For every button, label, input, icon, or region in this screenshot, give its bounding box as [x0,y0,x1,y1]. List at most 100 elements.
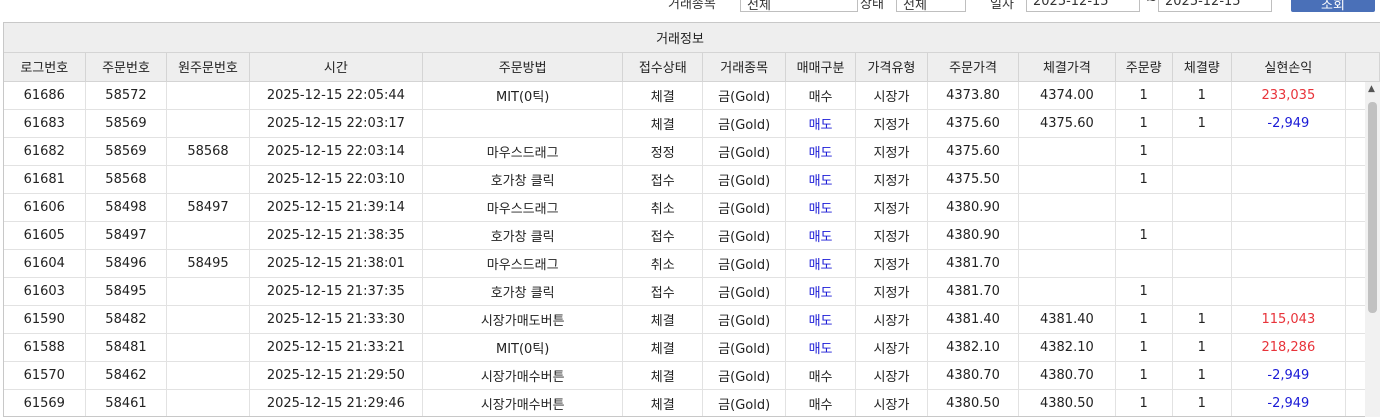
column-header-orig-order-no[interactable]: 원주문번호 [166,53,250,82]
column-header-log-no[interactable]: 로그번호 [4,53,86,82]
date-to-input[interactable]: 2025-12-15 ⌄ [1158,0,1272,12]
table-row[interactable]: 61686 58572 2025-12-15 22:05:44 MIT(0틱) 체결 금(… [4,81,1380,110]
column-header-fill-price[interactable]: 체결가격 [1018,53,1116,82]
table-row[interactable]: 61606 58498 58497 2025-12-15 21:39:14 마우스드래그… [4,193,1380,222]
cell-trade-item: 금(Gold) [702,193,786,222]
vertical-scrollbar[interactable]: ▲ [1365,82,1380,417]
chevron-down-icon: ⌄ [843,0,851,3]
cell-price-type: 시장가 [855,389,928,416]
cell-log-no: 61681 [4,165,86,194]
cell-orig-order-no [166,109,250,138]
cell-order-no: 58495 [85,277,168,306]
column-header-trade-side[interactable]: 매매구분 [785,53,857,82]
cell-orig-order-no [166,305,250,334]
status-value: 전체 [903,0,927,13]
cell-orig-order-no [166,221,250,250]
cell-order-price: 4382.10 [927,333,1020,362]
cell-time: 2025-12-15 21:29:50 [249,361,424,390]
cell-log-no: 61590 [4,305,86,334]
column-header-trade-item[interactable]: 거래종목 [702,53,786,82]
cell-log-no: 61588 [4,333,86,362]
column-header-receipt-status[interactable]: 접수상태 [622,53,704,82]
cell-trade-item: 금(Gold) [702,109,786,138]
table-row[interactable]: 61681 58568 2025-12-15 22:03:10 호가창 클릭 접수 금(G… [4,165,1380,194]
table-row[interactable]: 61605 58497 2025-12-15 21:38:35 호가창 클릭 접수 금(G… [4,221,1380,250]
column-header-order-price[interactable]: 주문가격 [927,53,1020,82]
cell-time: 2025-12-15 21:39:14 [249,193,424,222]
cell-log-no: 61570 [4,361,86,390]
cell-realized-pnl: 115,043 [1231,305,1346,334]
column-header-time[interactable]: 시간 [249,53,424,82]
cell-realized-pnl: -2,949 [1231,361,1346,390]
cell-trade-item: 금(Gold) [702,221,786,250]
table-row[interactable]: 61603 58495 2025-12-15 21:37:35 호가창 클릭 접수 금(G… [4,277,1380,306]
chevron-down-icon: ⌄ [951,0,959,3]
cell-order-method [422,109,624,138]
grid-body: 61686 58572 2025-12-15 22:05:44 MIT(0틱) 체결 금(… [4,81,1380,416]
cell-time: 2025-12-15 21:37:35 [249,277,424,306]
table-row[interactable]: 61570 58462 2025-12-15 21:29:50 시장가매수버튼 체결 금(… [4,361,1380,390]
cell-fill-price [1018,221,1116,250]
cell-order-qty: 1 [1115,389,1173,416]
column-header-order-method[interactable]: 주문방법 [422,53,624,82]
cell-realized-pnl: 233,035 [1231,81,1346,110]
column-header-fill-qty[interactable]: 체결량 [1172,53,1232,82]
scrollbar-thumb[interactable] [1368,102,1377,313]
cell-orig-order-no [166,165,250,194]
column-header-order-qty[interactable]: 주문량 [1115,53,1173,82]
cell-price-type: 시장가 [855,305,928,334]
cell-trade-item: 금(Gold) [702,249,786,278]
cell-order-method: MIT(0틱) [422,81,624,110]
cell-orig-order-no [166,361,250,390]
cell-realized-pnl: -2,949 [1231,109,1346,138]
cell-realized-pnl: -2,949 [1231,389,1346,416]
cell-order-no: 58569 [85,109,168,138]
cell-log-no: 61606 [4,193,86,222]
cell-log-no: 61604 [4,249,86,278]
cell-order-no: 58569 [85,137,168,166]
cell-receipt-status: 체결 [622,333,704,362]
cell-fill-price: 4374.00 [1018,81,1116,110]
cell-log-no: 61683 [4,109,86,138]
date-from-input[interactable]: 2025-12-15 ⌄ [1026,0,1140,12]
cell-trade-item: 금(Gold) [702,137,786,166]
cell-order-qty: 1 [1115,81,1173,110]
cell-order-price: 4380.90 [927,221,1020,250]
trade-item-select[interactable]: 전체 ⌄ [740,0,858,13]
table-row[interactable]: 61682 58569 58568 2025-12-15 22:03:14 마우스드래그… [4,137,1380,166]
table-row[interactable]: 61588 58481 2025-12-15 21:33:21 MIT(0틱) 체결 금(… [4,333,1380,362]
cell-order-qty: 1 [1115,109,1173,138]
table-row[interactable]: 61569 58461 2025-12-15 21:29:46 시장가매수버튼 체결 금(… [4,389,1380,416]
cell-order-method: 호가창 클릭 [422,165,624,194]
cell-order-method: 시장가매도버튼 [422,305,624,334]
column-header-order-no[interactable]: 주문번호 [85,53,168,82]
trade-table: 로그번호 주문번호 원주문번호 시간 주문방법 접수상태 거래종목 매매구분 가격유형 주문가격 체… [4,53,1380,416]
grid-group-title: 거래정보 [656,32,704,47]
table-row[interactable]: 61604 58496 58495 2025-12-15 21:38:01 마우스드래그… [4,249,1380,278]
cell-fill-qty: 1 [1172,361,1232,390]
cell-price-type: 지정가 [855,249,928,278]
cell-fill-qty [1172,277,1232,306]
scroll-up-arrow-icon[interactable]: ▲ [1368,84,1375,94]
cell-fill-qty: 1 [1172,389,1232,416]
cell-order-qty [1115,193,1173,222]
filter-bar: 거래종목 전체 ⌄ 상태 전체 ⌄ 일자 2025-12-15 ⌄ ~ 2025… [0,0,1380,22]
column-header-price-type[interactable]: 가격유형 [855,53,928,82]
cell-order-price: 4375.60 [927,137,1020,166]
cell-receipt-status: 접수 [622,221,704,250]
search-button[interactable]: 조회 [1291,0,1375,13]
cell-time: 2025-12-15 22:03:10 [249,165,424,194]
cell-fill-price [1018,249,1116,278]
cell-trade-side: 매도 [785,165,857,194]
cell-fill-price: 4381.40 [1018,305,1116,334]
date-to-value: 2025-12-15 [1165,0,1241,9]
status-select[interactable]: 전체 ⌄ [896,0,966,13]
trade-item-value: 전체 [747,0,771,13]
column-header-realized-pnl[interactable]: 실현손익 [1231,53,1346,82]
cell-order-price: 4380.90 [927,193,1020,222]
table-row[interactable]: 61590 58482 2025-12-15 21:33:30 시장가매도버튼 체결 금(… [4,305,1380,334]
cell-fill-qty [1172,193,1232,222]
cell-receipt-status: 취소 [622,249,704,278]
cell-time: 2025-12-15 21:33:21 [249,333,424,362]
table-row[interactable]: 61683 58569 2025-12-15 22:03:17 체결 금(Gold) 매도… [4,109,1380,138]
